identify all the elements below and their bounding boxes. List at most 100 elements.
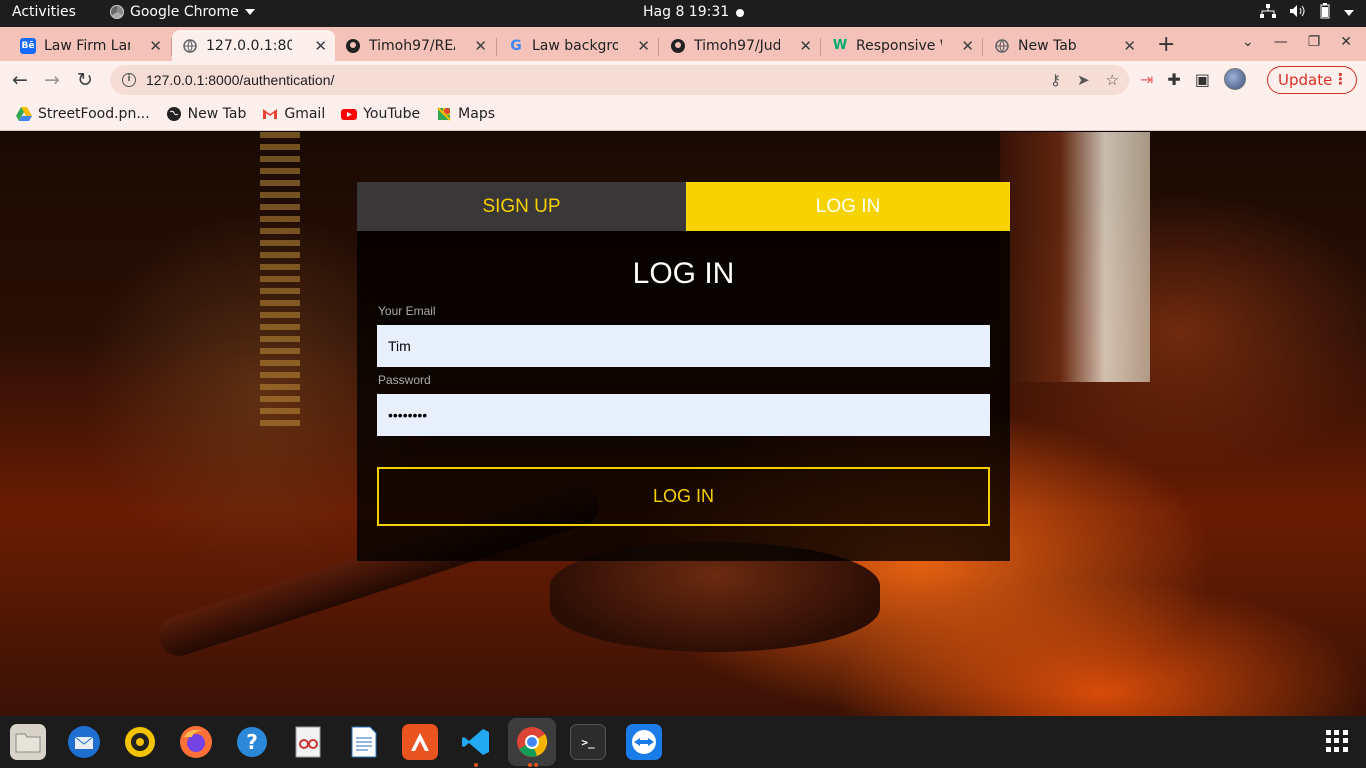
extensions-puzzle-icon[interactable]: ✚ [1167,70,1180,89]
reload-button[interactable]: ↻ [77,69,93,91]
chevron-down-icon [244,9,255,15]
browser-toolbar: ← → ↻ i 127.0.0.1:8000/authentication/ ⚷… [0,61,1366,98]
bookmark-label: YouTube [363,106,421,122]
google-icon: G [510,37,522,54]
form-title: LOG IN [632,257,735,290]
browser-tab[interactable]: Timoh97/REAL ✕ [335,30,495,61]
auth-tabs: SIGN UP LOG IN [357,182,1010,231]
show-applications-icon[interactable] [1326,730,1348,752]
close-window-icon[interactable]: ✕ [1340,34,1352,50]
close-tab-icon[interactable]: ✕ [799,37,812,55]
login-submit-button[interactable]: LOG IN [377,467,990,526]
avatar[interactable] [1223,68,1246,90]
behance-icon: Bē [20,37,36,54]
software-center-icon[interactable] [402,724,438,760]
volume-icon [1290,4,1306,22]
bookmark-item[interactable]: Gmail [262,106,325,122]
browser-tab[interactable]: Timoh97/Judic ✕ [660,30,820,61]
send-icon[interactable]: ➤ [1077,71,1090,89]
background-image [260,132,300,432]
power-menu-chevron-icon [1344,10,1354,16]
help-icon[interactable]: ? [234,724,270,760]
tab-title: Timoh97/REAL [369,37,455,54]
tab-title: Timoh97/Judic [694,37,780,54]
password-label: Password [378,373,431,387]
cast-extension-icon[interactable]: ⇥ [1140,70,1153,89]
files-icon[interactable] [10,724,46,760]
battery-icon [1320,3,1330,23]
tab-search-chevron-icon[interactable]: ⌄ [1242,34,1254,50]
login-form: LOG IN Your Email Password LOG IN [357,231,1010,561]
system-tray[interactable] [1260,3,1354,23]
drive-icon [16,107,32,121]
password-field[interactable] [377,394,990,436]
teamviewer-icon[interactable] [626,724,662,760]
email-field[interactable] [377,325,990,367]
bookmark-label: StreetFood.pn... [38,106,150,122]
tab-title: Law backgrou [532,37,618,54]
update-button[interactable]: Update ⋮ [1267,66,1357,94]
background-books [1000,132,1150,382]
side-panel-icon[interactable]: ▣ [1195,70,1210,89]
close-tab-icon[interactable]: ✕ [1123,37,1136,55]
globe-icon [182,38,198,54]
close-tab-icon[interactable]: ✕ [474,37,487,55]
close-tab-icon[interactable]: ✕ [961,37,974,55]
github-icon [345,38,361,54]
password-key-icon[interactable]: ⚷ [1050,71,1061,89]
bookmark-label: Maps [458,106,495,122]
tab-sign-up[interactable]: SIGN UP [357,182,686,231]
document-viewer-icon[interactable] [290,724,326,760]
browser-tab[interactable]: New Tab ✕ [984,30,1144,61]
w3-icon: W [832,38,848,53]
bookmark-item[interactable]: YouTube [341,106,420,122]
browser-tab[interactable]: Bē Law Firm Land ✕ [10,30,170,61]
kebab-menu-icon: ⋮ [1333,70,1348,88]
tab-title: 127.0.0.1:8000/ [206,37,292,54]
new-tab-button[interactable]: + [1157,32,1175,57]
browser-tab[interactable]: G Law backgrou ✕ [498,30,658,61]
close-tab-icon[interactable]: ✕ [637,37,650,55]
firefox-icon[interactable] [178,724,214,760]
dock: ? >_ [0,716,1366,768]
bookmark-item[interactable]: Maps [436,106,495,122]
globe-icon [166,107,181,121]
bookmark-item[interactable]: StreetFood.pn... [16,106,150,122]
window-controls: ⌄ — ❐ ✕ [1242,34,1352,50]
bookmarks-bar: StreetFood.pn... New Tab Gmail YouTube M… [0,98,1366,131]
restore-icon[interactable]: ❐ [1308,34,1321,50]
terminal-icon[interactable]: >_ [570,724,606,760]
email-label: Your Email [378,304,436,318]
close-tab-icon[interactable]: ✕ [149,37,162,55]
svg-text:?: ? [246,730,258,754]
activities-button[interactable]: Activities [12,4,76,20]
browser-tab-active[interactable]: 127.0.0.1:8000/ ✕ [172,30,335,61]
clock[interactable]: Hag 8 19:31 [643,4,729,20]
address-bar[interactable]: i 127.0.0.1:8000/authentication/ ⚷ ➤ ☆ [110,65,1129,95]
chrome-icon[interactable] [514,724,550,760]
minimize-icon[interactable]: — [1274,34,1288,50]
libreoffice-writer-icon[interactable] [346,724,382,760]
vscode-icon[interactable] [458,724,494,760]
rhythmbox-icon[interactable] [122,724,158,760]
maps-icon [437,107,451,121]
site-info-icon[interactable]: i [122,73,136,87]
chrome-icon [110,5,124,19]
github-icon [670,38,686,54]
close-tab-icon[interactable]: ✕ [314,37,327,55]
update-button-label: Update [1278,71,1333,89]
globe-icon [994,38,1010,54]
web-page: SIGN UP LOG IN LOG IN Your Email Passwor… [0,132,1366,716]
bookmark-star-icon[interactable]: ☆ [1106,71,1119,89]
bookmark-label: New Tab [187,106,247,122]
app-menu[interactable]: Google Chrome [110,4,255,20]
bookmark-item[interactable]: New Tab [166,106,247,122]
tab-title: Responsive W [856,37,942,54]
tab-title: New Tab [1018,37,1077,54]
back-button[interactable]: ← [12,69,28,91]
browser-tab[interactable]: W Responsive W ✕ [822,30,982,61]
tab-log-in[interactable]: LOG IN [686,182,1010,231]
thunderbird-icon[interactable] [66,724,102,760]
network-icon [1260,4,1276,22]
forward-button[interactable]: → [44,69,60,91]
